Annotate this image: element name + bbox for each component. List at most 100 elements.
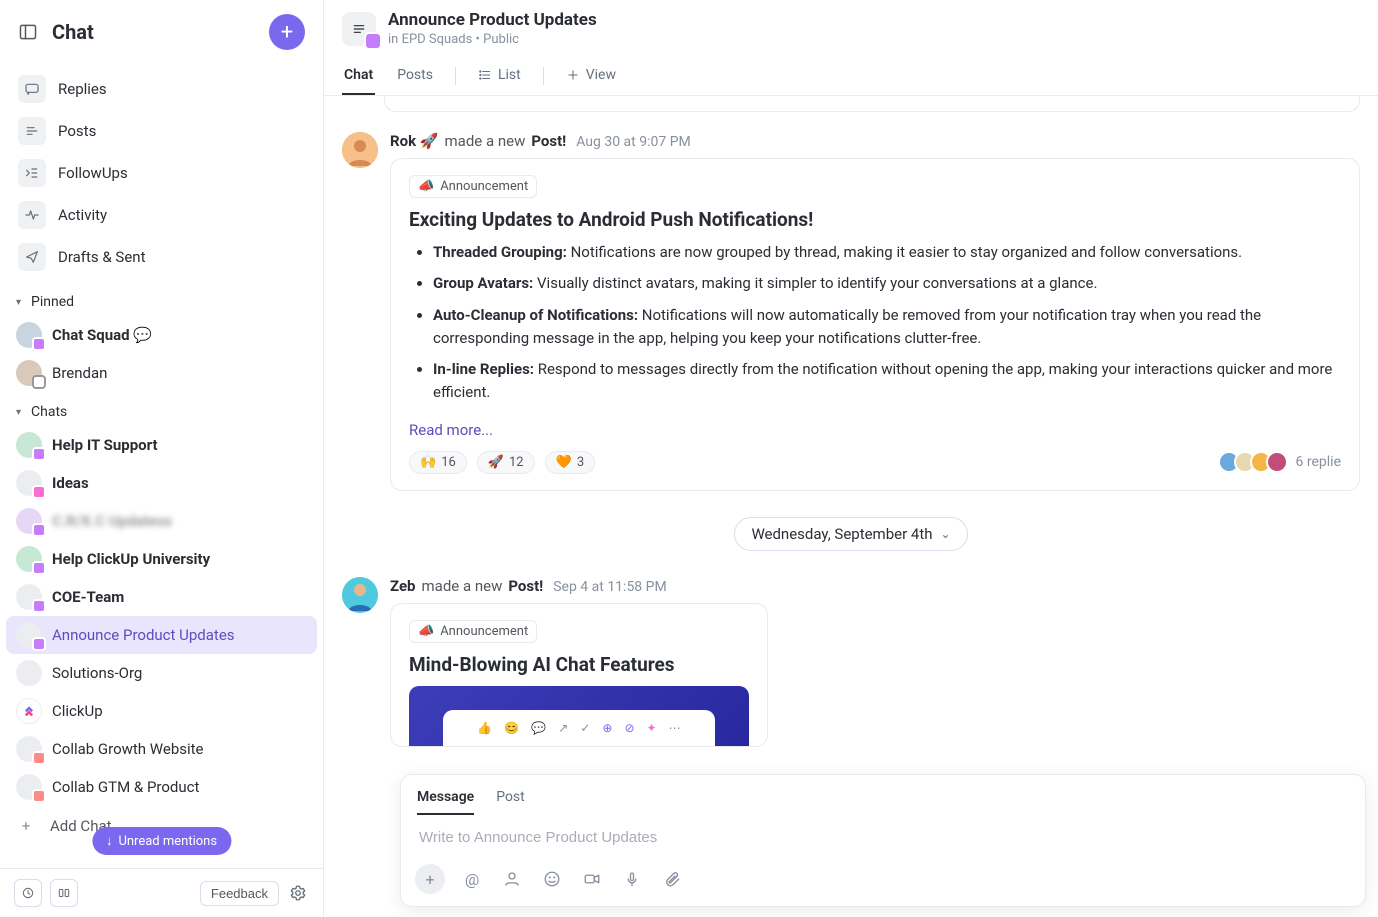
channel-clickup[interactable]: ClickUp: [6, 692, 317, 730]
post-card[interactable]: 📣 Announcement Exciting Updates to Andro…: [390, 158, 1360, 491]
avatar-icon: [16, 360, 42, 386]
tab-posts[interactable]: Posts: [395, 57, 435, 95]
author-avatar[interactable]: [342, 577, 378, 613]
new-chat-button[interactable]: +: [269, 14, 305, 50]
channel-label: Collab Growth Website: [52, 740, 204, 758]
date-divider: Wednesday, September 4th ⌄: [324, 517, 1378, 551]
activity-icon: [18, 201, 46, 229]
channel-label: COE-Team: [52, 588, 124, 606]
chevron-down-icon: ⌄: [941, 527, 951, 541]
channel-label: Collab GTM & Product: [52, 778, 199, 796]
attach-button[interactable]: +: [415, 864, 445, 894]
composer-tab-message[interactable]: Message: [417, 781, 474, 815]
sidebar-footer: Feedback: [0, 868, 323, 917]
channel-label: C.R/X.C Updatess: [52, 512, 172, 530]
header-tabs: Chat Posts List View: [342, 57, 1360, 95]
unread-mentions-pill[interactable]: ↓ Unread mentions: [92, 827, 231, 855]
tab-list[interactable]: List: [476, 57, 523, 95]
channel-solutions-org[interactable]: Solutions-Org: [6, 654, 317, 692]
preview-toolbar: 👍😊💬↗✓⊕⊘✦⋯: [443, 710, 715, 746]
panel-toggle-icon[interactable]: [18, 22, 38, 42]
mention-button[interactable]: @: [459, 866, 485, 892]
list-icon: [478, 68, 492, 82]
post-timestamp: Aug 30 at 9:07 PM: [576, 134, 691, 150]
emoji-button[interactable]: [539, 866, 565, 892]
read-more-link[interactable]: Read more...: [409, 421, 493, 439]
megaphone-icon: 📣: [418, 179, 434, 194]
channel-coe-team[interactable]: COE-Team: [6, 578, 317, 616]
plus-icon: [566, 68, 580, 82]
nav-label: Activity: [58, 206, 107, 224]
followups-icon: [18, 159, 46, 187]
feedback-button[interactable]: Feedback: [200, 881, 279, 906]
section-label: Pinned: [31, 294, 74, 310]
nav-label: Drafts & Sent: [58, 248, 145, 266]
megaphone-icon: 📣: [418, 624, 434, 639]
send-icon: [18, 243, 46, 271]
channel-help-clickup-university[interactable]: Help ClickUp University: [6, 540, 317, 578]
video-button[interactable]: [579, 866, 605, 892]
tab-chat[interactable]: Chat: [342, 57, 375, 95]
message-input[interactable]: [419, 829, 1347, 846]
pinned-section-header[interactable]: ▾ Pinned: [0, 282, 323, 316]
person-button[interactable]: [499, 866, 525, 892]
tab-add-view[interactable]: View: [564, 57, 618, 95]
channel-meta: in EPD Squads • Public: [388, 32, 597, 47]
settings-button[interactable]: [287, 882, 309, 904]
post: Rok 🚀 made a new Post! Aug 30 at 9:07 PM…: [324, 112, 1378, 491]
channel-icon: [16, 774, 42, 800]
reaction-button[interactable]: 🚀12: [477, 451, 535, 474]
channel-announce-product-updates[interactable]: Announce Product Updates: [6, 616, 317, 654]
date-pill[interactable]: Wednesday, September 4th ⌄: [734, 517, 967, 551]
main-panel: Announce Product Updates in EPD Squads •…: [324, 0, 1378, 917]
visibility-label: Public: [483, 32, 519, 47]
reaction-button[interactable]: 🙌16: [409, 451, 467, 474]
nav-posts[interactable]: Posts: [10, 110, 313, 152]
audio-button[interactable]: [619, 866, 645, 892]
channel-collab-gtm-product[interactable]: Collab GTM & Product: [6, 768, 317, 806]
announcement-tag[interactable]: 📣 Announcement: [409, 175, 537, 198]
channel-label: Help IT Support: [52, 436, 158, 454]
replies-count[interactable]: 6 replie: [1296, 454, 1341, 470]
repliers-avatars[interactable]: [1224, 451, 1288, 473]
post-card[interactable]: 📣 Announcement Mind-Blowing AI Chat Feat…: [390, 603, 768, 747]
post-title: Exciting Updates to Android Push Notific…: [409, 208, 1341, 231]
avatar-icon: [16, 322, 42, 348]
nav-followups[interactable]: FollowUps: [10, 152, 313, 194]
plus-icon: +: [16, 816, 36, 836]
channel-hidden[interactable]: C.R/X.C Updatess: [6, 502, 317, 540]
file-button[interactable]: [659, 866, 685, 892]
channel-ideas[interactable]: Ideas: [6, 464, 317, 502]
channel-label: Announce Product Updates: [52, 626, 235, 644]
breadcrumb-space[interactable]: EPD Squads: [402, 32, 473, 47]
channel-icon: [16, 660, 42, 686]
history-button[interactable]: [14, 879, 42, 907]
author-name[interactable]: Zeb: [390, 577, 416, 595]
arrow-down-icon: ↓: [106, 833, 113, 849]
pinned-item-brendan[interactable]: Brendan: [6, 354, 317, 392]
channel-icon: [16, 432, 42, 458]
channel-label: Ideas: [52, 474, 89, 492]
channel-help-it-support[interactable]: Help IT Support: [6, 426, 317, 464]
post-timestamp: Sep 4 at 11:58 PM: [553, 579, 666, 595]
channel-title: Announce Product Updates: [388, 10, 597, 30]
announcement-tag[interactable]: 📣 Announcement: [409, 620, 537, 643]
layout-button[interactable]: [50, 879, 78, 907]
nav-activity[interactable]: Activity: [10, 194, 313, 236]
channel-icon: [16, 736, 42, 762]
author-avatar[interactable]: [342, 132, 378, 168]
nav-section: Replies Posts FollowUps Activity Drafts …: [0, 64, 323, 282]
chats-section-header[interactable]: ▾ Chats: [0, 392, 323, 426]
composer-tab-post[interactable]: Post: [496, 781, 525, 815]
post-image-preview: 👍😊💬↗✓⊕⊘✦⋯: [409, 686, 749, 746]
channel-label: Help ClickUp University: [52, 550, 210, 568]
sidebar-title: Chat: [52, 20, 269, 44]
author-name[interactable]: Rok 🚀: [390, 132, 439, 150]
channel-collab-growth-website[interactable]: Collab Growth Website: [6, 730, 317, 768]
nav-drafts[interactable]: Drafts & Sent: [10, 236, 313, 278]
pinned-item-chat-squad[interactable]: Chat Squad 💬: [6, 316, 317, 354]
channel-icon: [16, 584, 42, 610]
reaction-button[interactable]: 🧡3: [545, 451, 596, 474]
channel-label: Chat Squad 💬: [52, 326, 152, 344]
nav-replies[interactable]: Replies: [10, 68, 313, 110]
